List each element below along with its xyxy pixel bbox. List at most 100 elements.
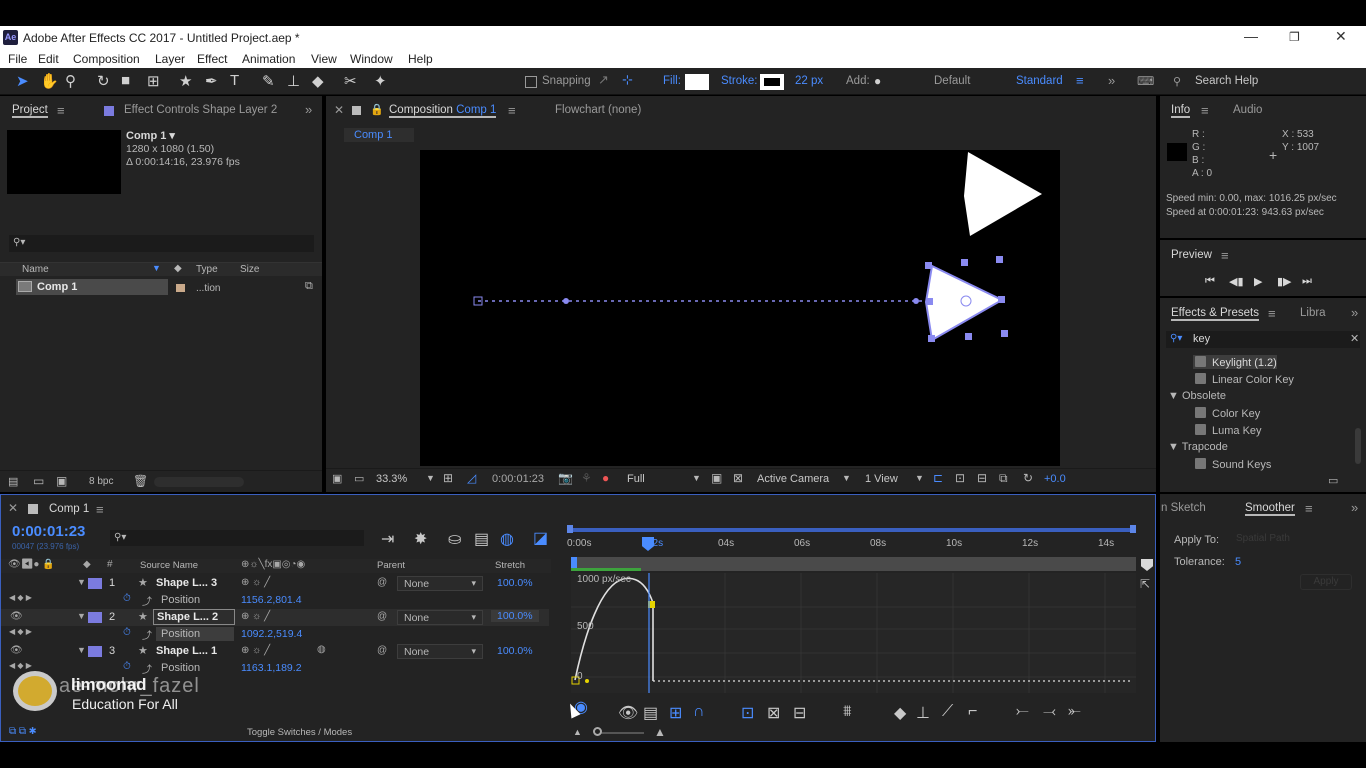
next-frame-icon[interactable]: ▮▶ (1277, 275, 1292, 288)
comp-viewer[interactable] (420, 150, 1060, 466)
property-row[interactable]: ⏱ ⤴ Position 1092.2,519.4 (1, 626, 549, 643)
play-icon[interactable]: ▶ (1254, 275, 1262, 288)
graph-type-icon[interactable]: ▤ (643, 703, 658, 723)
selection-tool-icon[interactable]: ➤ (16, 72, 29, 90)
work-area-start[interactable] (567, 525, 573, 533)
timeline-icon[interactable]: ⊟ (977, 471, 987, 485)
snapshot-icon[interactable]: 📷 (558, 471, 573, 485)
bounding-handle[interactable] (961, 259, 968, 266)
layer-name[interactable]: Shape L... 1 (156, 645, 217, 657)
menu-animation[interactable]: Animation (242, 52, 295, 66)
restore-icon[interactable]: ❐ (1289, 30, 1300, 44)
workspace-standard[interactable]: Standard (1016, 75, 1063, 87)
search-help-input[interactable]: Search Help (1195, 75, 1258, 87)
stroke-swatch[interactable] (760, 74, 784, 90)
parent-pickwhip-icon[interactable]: @ (377, 645, 387, 656)
apply-to-dropdown[interactable]: Spatial Path (1232, 532, 1327, 547)
roto-brush-tool-icon[interactable]: ✂ (344, 72, 357, 90)
graph-editor-icon[interactable]: ◪ (533, 528, 548, 548)
linear-keyframe-icon[interactable]: ⟋ (942, 703, 953, 721)
col-size[interactable]: Size (240, 264, 259, 275)
toggle-switches-modes[interactable]: Toggle Switches / Modes (247, 727, 352, 738)
bounding-handle[interactable] (925, 262, 932, 269)
last-frame-icon[interactable]: ⏭ (1302, 275, 1312, 288)
layer-label-color[interactable] (88, 612, 102, 623)
project-scrollbar[interactable] (154, 477, 244, 487)
expand-triangle-icon[interactable]: ▼ (77, 611, 86, 621)
layer-switches-icon[interactable]: ⊕ ☼ ╱ (241, 577, 270, 588)
graph-editor[interactable]: 1000 px/sec 500 0 (571, 573, 1136, 693)
search-help-icon[interactable]: ⚲ (1173, 75, 1181, 88)
toggle-pixel-aspect-icon[interactable]: ⊏ (933, 471, 943, 485)
clone-stamp-tool-icon[interactable]: ⊥ (287, 72, 300, 90)
resolution-chevron-icon[interactable]: ▼ (692, 473, 701, 483)
zoom-out-icon[interactable]: ▲ (573, 727, 582, 737)
pen-tool-icon[interactable]: ✒ (205, 72, 218, 90)
zoom-slider-thumb[interactable] (593, 727, 602, 736)
snapping-checkbox[interactable] (525, 76, 537, 88)
separate-dimensions-icon[interactable]: ⩩ (843, 703, 852, 721)
tab-project[interactable]: Project (12, 104, 48, 118)
tab-effect-controls[interactable]: Effect Controls Shape Layer 2 (124, 104, 277, 116)
layer-row[interactable]: 👁 ▼ 2 ★ Shape L... 2 ⊕ ☼ ╱ @ None ▾ 100.0… (1, 609, 549, 626)
stopwatch-icon[interactable]: ⏱ (123, 593, 131, 604)
resolution-dropdown[interactable]: Full (627, 473, 645, 485)
clear-search-icon[interactable]: ✕ (1350, 332, 1359, 345)
timeline-menu-icon[interactable]: ≡ (96, 502, 104, 517)
layer-stretch[interactable]: 100.0% (491, 610, 539, 622)
menu-composition[interactable]: Composition (73, 52, 140, 66)
sync-settings-icon[interactable]: ⌨ (1137, 74, 1154, 88)
zoom-in-icon[interactable]: ▲ (654, 725, 666, 739)
folder-obsolete[interactable]: ▼ Obsolete (1168, 390, 1226, 402)
snap-feather-icon[interactable]: ↗ (598, 72, 609, 88)
work-area-end[interactable] (1130, 525, 1136, 533)
stroke-width[interactable]: 22 px (795, 75, 823, 87)
zoom-dropdown[interactable]: 33.3% (376, 473, 407, 485)
comp-end-marker[interactable] (1141, 559, 1153, 571)
workspace-menu-icon[interactable]: ≡ (1076, 73, 1084, 88)
label-column-icon[interactable]: ◆ (83, 559, 91, 570)
shape-tool-icon[interactable]: ★ (179, 72, 192, 90)
layer-duration-bar[interactable] (571, 557, 1136, 571)
preview-menu-icon[interactable]: ≡ (1221, 248, 1229, 263)
mask-visibility-icon[interactable]: ◿ (467, 471, 476, 485)
switches-icon[interactable]: ⊕☼╲fx▣◎◔◉ (241, 559, 305, 570)
project-menu-icon[interactable]: ≡ (57, 103, 65, 118)
first-frame-icon[interactable]: ⏮ (1205, 275, 1215, 288)
tab-motion-sketch[interactable]: n Sketch (1161, 502, 1206, 514)
col-parent[interactable]: Parent (377, 560, 405, 571)
col-name[interactable]: Name (22, 264, 49, 275)
bounding-handle[interactable] (965, 333, 972, 340)
comp-name[interactable]: Comp 1 ▾ (126, 129, 175, 142)
eraser-tool-icon[interactable]: ◆ (312, 72, 324, 90)
easy-ease-in-icon[interactable]: ⤙ (1043, 703, 1056, 721)
panel-overflow-icon[interactable]: » (305, 102, 312, 117)
reset-exposure-icon[interactable]: ↻ (1023, 471, 1033, 485)
layer-stretch[interactable]: 100.0% (497, 645, 533, 657)
effect-item-sound-keys[interactable]: Sound Keys (1195, 458, 1271, 471)
transparency-grid-icon[interactable]: ⊠ (733, 471, 743, 485)
motion-blur-icon[interactable]: ◍ (500, 529, 514, 549)
sort-chevron-icon[interactable]: ▼ (152, 263, 161, 273)
easy-ease-out-icon[interactable]: ⤜ (1068, 703, 1081, 721)
keyframe-navigator-icon[interactable]: ◀ ◆ ▶ (9, 627, 32, 636)
tab-info[interactable]: Info (1171, 104, 1191, 118)
views-chevron-icon[interactable]: ▼ (915, 473, 924, 483)
position-value[interactable]: 1092.2,519.4 (241, 628, 302, 640)
menu-view[interactable]: View (311, 52, 337, 66)
effect-item-keylight[interactable]: Keylight (1.2) (1195, 356, 1277, 369)
show-graph-icon[interactable]: 👁 (618, 703, 638, 723)
show-snapshot-icon[interactable]: ⚘ (581, 471, 592, 485)
snap-icon[interactable]: ∩ (693, 703, 705, 721)
work-area-bar[interactable] (567, 525, 1137, 533)
info-menu-icon[interactable]: ≡ (1201, 103, 1209, 118)
add-label[interactable]: Add: (846, 75, 870, 87)
expand-triangle-icon[interactable]: ▼ (77, 577, 86, 587)
tab-effects-presets[interactable]: Effects & Presets (1171, 307, 1259, 321)
position-value[interactable]: 1163.1,189.2 (241, 662, 302, 674)
interpret-footage-icon[interactable]: ▤ (8, 475, 18, 488)
layer-name[interactable]: Shape L... 3 (156, 577, 217, 589)
graph-toggle-icon[interactable]: ⤴ (142, 627, 152, 642)
hold-keyframe-icon[interactable]: ⊥ (916, 703, 930, 723)
auto-zoom-icon[interactable]: ⊟ (793, 703, 806, 723)
